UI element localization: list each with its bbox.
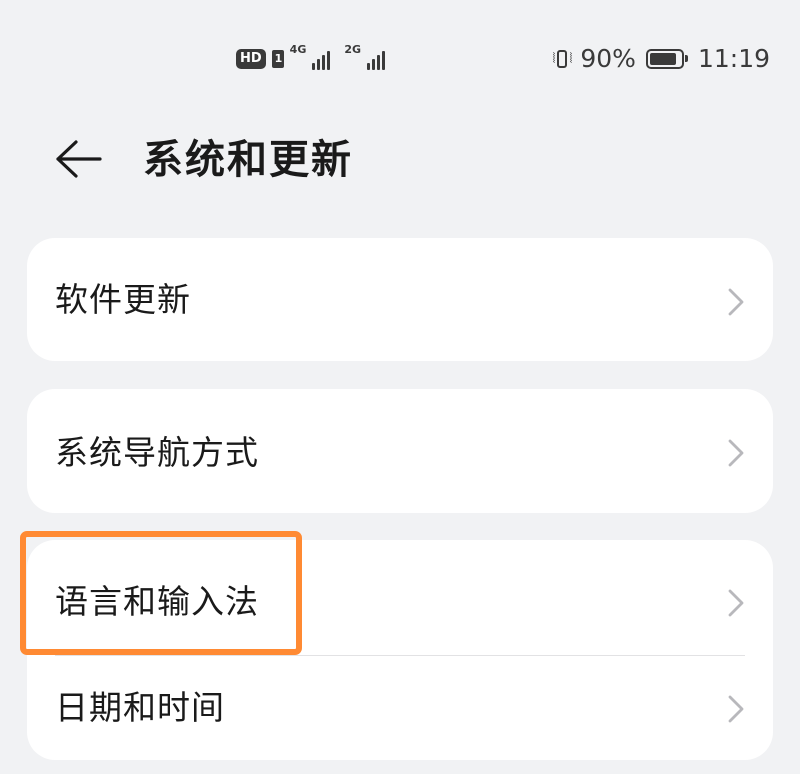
language-input-item[interactable]: 语言和输入法 xyxy=(27,540,773,658)
system-navigation-label: 系统导航方式 xyxy=(55,433,259,472)
status-bar: HD 4G 2G ⦚⦚ 90% 11:19 xyxy=(0,0,800,118)
settings-group-2: 系统导航方式 xyxy=(27,389,773,513)
status-bar-left: HD 4G 2G xyxy=(236,42,386,76)
sim-card-icon xyxy=(271,50,284,68)
hd-voice-icon: HD xyxy=(236,49,266,69)
status-bar-right: ⦚ ⦚ 90% 11:19 xyxy=(553,40,771,78)
date-time-item[interactable]: 日期和时间 xyxy=(27,656,773,774)
language-input-label: 语言和输入法 xyxy=(55,582,259,621)
clock: 11:19 xyxy=(697,44,770,73)
system-navigation-item[interactable]: 系统导航方式 xyxy=(27,392,773,510)
software-update-item[interactable]: 软件更新 xyxy=(27,241,773,359)
battery-icon xyxy=(645,49,688,69)
sim1-network-label: 4G xyxy=(289,43,307,56)
vibrate-icon: ⦚ ⦚ xyxy=(552,50,573,68)
date-time-label: 日期和时间 xyxy=(55,688,225,727)
page-title: 系统和更新 xyxy=(143,137,353,183)
software-update-label: 软件更新 xyxy=(55,280,191,319)
sim2-signal-icon xyxy=(367,48,386,70)
sim1-signal-icon xyxy=(312,48,331,70)
chevron-right-icon xyxy=(728,589,744,617)
settings-group-3: 语言和输入法 日期和时间 xyxy=(27,540,773,760)
header: 系统和更新 xyxy=(0,118,800,208)
battery-fill xyxy=(649,53,676,65)
arrow-left-icon xyxy=(56,140,102,178)
chevron-right-icon xyxy=(728,439,744,467)
chevron-right-icon xyxy=(728,695,744,723)
sim2-network-label: 2G xyxy=(344,43,362,56)
settings-group-1: 软件更新 xyxy=(27,238,773,361)
back-button[interactable] xyxy=(50,136,110,182)
chevron-right-icon xyxy=(728,288,744,316)
battery-percent: 90% xyxy=(580,44,636,73)
